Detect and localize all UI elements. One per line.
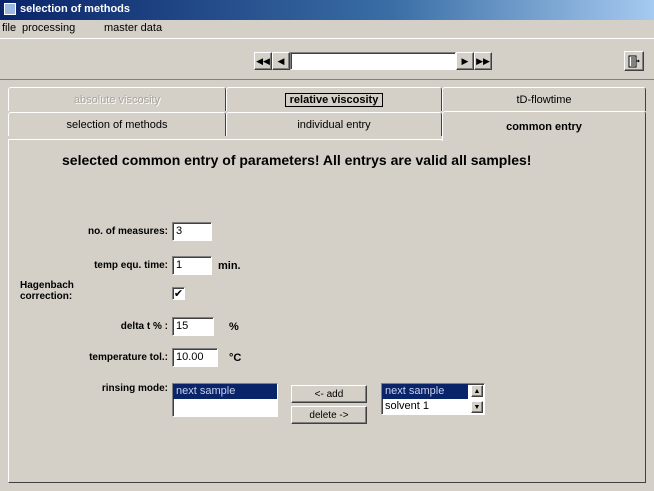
- menu-master-data-label: master data: [104, 22, 163, 34]
- scroll-down-icon: ▼: [473, 403, 481, 411]
- hagenbach-label-line2: correction:: [20, 291, 73, 302]
- hagenbach-label: Hagenbach correction:: [20, 280, 98, 302]
- temp-equ-time-unit: min.: [218, 260, 241, 272]
- first-record-icon: ◀◀: [256, 55, 270, 66]
- scroll-up-button[interactable]: ▲: [471, 385, 483, 397]
- exit-door-button[interactable]: [624, 51, 644, 71]
- menu-master-data[interactable]: master data: [104, 22, 162, 34]
- tab-common-entry[interactable]: common entry: [442, 111, 646, 141]
- delete-button-label: delete ->: [309, 409, 349, 421]
- menu-processing[interactable]: processing: [22, 22, 75, 34]
- no-of-measures-input[interactable]: 3: [172, 222, 212, 241]
- delta-t-unit: %: [229, 321, 239, 333]
- list-item[interactable]: [173, 399, 277, 414]
- tab-relative-viscosity-label: relative viscosity: [284, 92, 384, 107]
- rinsing-mode-label: rinsing mode:: [101, 383, 168, 394]
- temperature-tol-unit: °C: [229, 352, 242, 364]
- title-bar: selection of methods: [0, 0, 654, 20]
- delta-t-label: delta t % :: [120, 321, 168, 332]
- temp-equ-time-input[interactable]: 1: [172, 256, 212, 275]
- tab-individual-entry[interactable]: individual entry: [226, 112, 442, 136]
- no-of-measures-label: no. of measures:: [87, 226, 168, 237]
- selected-rinsing-list[interactable]: next sample: [172, 383, 278, 417]
- prev-record-icon: ◀: [277, 55, 285, 66]
- tab-selection-of-methods-label: selection of methods: [66, 118, 168, 131]
- menu-file-label: file: [2, 22, 17, 34]
- list-item[interactable]: next sample: [173, 384, 277, 399]
- menu-file[interactable]: file: [2, 22, 16, 34]
- hagenbach-label-line1: Hagenbach: [20, 280, 74, 291]
- record-field[interactable]: [290, 52, 456, 70]
- tab-selection-of-methods[interactable]: selection of methods: [8, 112, 226, 136]
- common-entry-panel: [8, 139, 646, 483]
- add-button[interactable]: <- add: [291, 385, 367, 403]
- add-button-label: <- add: [314, 388, 344, 400]
- tab-td-flowtime[interactable]: tD-flowtime: [442, 87, 646, 111]
- no-of-measures-value: 3: [176, 225, 183, 237]
- tab-individual-entry-label: individual entry: [297, 118, 371, 131]
- exit-door-icon: [628, 55, 640, 67]
- page-heading: selected common entry of parameters! All…: [62, 152, 532, 168]
- temp-equ-time-value: 1: [176, 259, 183, 271]
- list-item[interactable]: solvent 1: [382, 399, 468, 414]
- temperature-tol-value: 10.00: [176, 351, 204, 363]
- hagenbach-checkbox[interactable]: ✔: [172, 287, 185, 300]
- tab-relative-viscosity[interactable]: relative viscosity: [226, 87, 442, 111]
- scroll-up-icon: ▲: [473, 387, 481, 395]
- next-record-icon: ▶: [461, 55, 469, 66]
- toolbar: ◀◀ ◀ ▶ ▶▶: [0, 38, 654, 80]
- app-icon: [4, 3, 16, 15]
- check-mark-icon: ✔: [173, 288, 184, 300]
- temperature-tol-label: temperature tol.:: [89, 352, 168, 363]
- next-record-button[interactable]: ▶: [456, 52, 474, 70]
- first-record-button[interactable]: ◀◀: [254, 52, 272, 70]
- tab-absolute-viscosity-label: absolute viscosity: [73, 93, 161, 106]
- delta-t-value: 15: [176, 320, 189, 332]
- tab-common-entry-label: common entry: [506, 120, 582, 133]
- window-title: selection of methods: [20, 3, 131, 15]
- tab-td-flowtime-label: tD-flowtime: [516, 93, 572, 106]
- list-item[interactable]: next sample: [382, 384, 468, 399]
- tab-absolute-viscosity[interactable]: absolute viscosity: [8, 87, 226, 111]
- scroll-down-button[interactable]: ▼: [471, 401, 483, 413]
- temp-equ-time-label: temp equ. time:: [94, 260, 168, 271]
- menu-processing-label: processing: [22, 22, 76, 34]
- temperature-tol-input[interactable]: 10.00: [172, 348, 218, 367]
- prev-record-button[interactable]: ◀: [272, 52, 290, 70]
- last-record-button[interactable]: ▶▶: [474, 52, 492, 70]
- delta-t-input[interactable]: 15: [172, 317, 214, 336]
- delete-button[interactable]: delete ->: [291, 406, 367, 424]
- available-rinsing-list[interactable]: next sample solvent 1: [381, 383, 485, 415]
- last-record-icon: ▶▶: [476, 55, 490, 66]
- menu-bar: file processing master data: [0, 20, 654, 38]
